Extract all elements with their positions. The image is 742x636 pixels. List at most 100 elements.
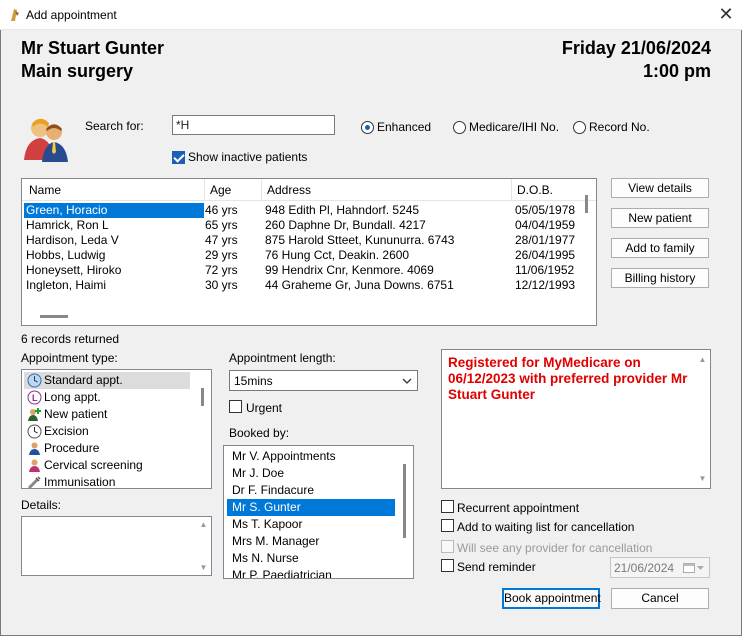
show-inactive-label: Show inactive patients [188, 150, 308, 164]
cell-name: Green, Horacio [24, 203, 204, 218]
cell-address: 76 Hung Cct, Deakin. 2600 [265, 248, 410, 262]
svg-text:L: L [32, 393, 38, 403]
long-l-icon: L [27, 390, 42, 405]
column-dob[interactable]: D.O.B. [512, 179, 582, 201]
cell-address: 875 Harold Stteet, Kununurra. 6743 [265, 233, 455, 247]
records-count: 6 records returned [21, 332, 120, 346]
cell-name: Hobbs, Ludwig [26, 248, 106, 262]
scroll-up-icon[interactable]: ▲ [694, 355, 711, 365]
chevron-down-icon [697, 566, 704, 570]
cell-dob: 04/04/1959 [515, 218, 576, 232]
patients-icon [24, 118, 68, 162]
list-item-label: Excision [44, 424, 89, 438]
column-address[interactable]: Address [262, 179, 512, 201]
list-item[interactable]: Mrs M. Manager [227, 533, 395, 550]
add-to-family-button[interactable]: Add to family [611, 238, 709, 258]
list-item[interactable]: Mr P. Paediatrician [227, 567, 395, 578]
cell-dob: 26/04/1995 [515, 248, 576, 262]
list-item[interactable]: Ms N. Nurse [227, 550, 395, 567]
patient-list-hscroll[interactable] [40, 315, 68, 318]
urgent-label: Urgent [246, 401, 283, 415]
booked-by-label: Booked by: [229, 426, 290, 440]
enhanced-radio[interactable] [361, 121, 374, 134]
details-textarea[interactable]: ▲ ▼ [21, 516, 212, 576]
syringe-icon [27, 476, 41, 488]
cancel-button[interactable]: Cancel [611, 588, 709, 609]
appointment-type-scroll[interactable] [201, 388, 204, 406]
list-item-label: Cervical screening [44, 458, 143, 472]
patient-list[interactable]: Name Age Address D.O.B. Green, Horacio 4… [21, 178, 597, 326]
list-item[interactable]: Mr S. Gunter [227, 499, 395, 516]
list-item[interactable]: Excision [24, 423, 190, 440]
cell-name: Honeysett, Hiroko [26, 263, 122, 277]
patient-list-header: Name Age Address D.O.B. [22, 179, 596, 201]
mymedicare-note-text: Registered for MyMedicare on 06/12/2023 … [448, 355, 688, 402]
scroll-up-icon[interactable]: ▲ [195, 520, 212, 530]
medicare-label: Medicare/IHI No. [469, 120, 560, 134]
cell-address: 44 Graheme Gr, Juna Downs. 6751 [265, 278, 454, 292]
medicare-radio[interactable] [453, 121, 466, 134]
send-reminder-checkbox[interactable] [441, 559, 454, 572]
table-row[interactable]: Green, Horacio 46 yrs 948 Edith Pl, Hahn… [22, 203, 582, 218]
chevron-down-icon [402, 378, 412, 384]
appointment-time: 1:00 pm [642, 61, 711, 81]
appointment-length-select[interactable]: 15mins [229, 370, 418, 391]
table-row[interactable]: Hardison, Leda V 47 yrs 875 Harold Sttee… [22, 233, 582, 248]
list-item[interactable]: Dr F. Findacure [227, 482, 395, 499]
table-row[interactable]: Ingleton, Haimi 30 yrs 44 Graheme Gr, Ju… [22, 278, 582, 293]
list-item[interactable]: New patient [24, 406, 190, 423]
list-item[interactable]: Mr V. Appointments [227, 448, 395, 465]
list-item-label: New patient [44, 407, 108, 421]
view-details-button[interactable]: View details [611, 178, 709, 198]
booked-by-list[interactable]: Mr V. Appointments Mr J. Doe Dr F. Finda… [223, 445, 414, 579]
booked-by-scroll[interactable] [403, 464, 406, 538]
list-item[interactable]: Procedure [24, 440, 190, 457]
list-item-label: Immunisation [44, 475, 116, 489]
list-item[interactable]: Ms T. Kapoor [227, 516, 395, 533]
cell-address: 99 Hendrix Cnr, Kenmore. 4069 [265, 263, 434, 277]
show-inactive-checkbox[interactable] [172, 151, 185, 164]
patient-list-vscroll[interactable] [585, 195, 588, 213]
book-appointment-button[interactable]: Book appointment [502, 588, 601, 609]
billing-history-button[interactable]: Billing history [611, 268, 709, 288]
appointment-type-list[interactable]: Standard appt. L Long appt. New patient … [21, 369, 212, 489]
cell-name: Ingleton, Haimi [26, 278, 107, 292]
list-item[interactable]: Mr J. Doe [227, 465, 395, 482]
table-row[interactable]: Hobbs, Ludwig 29 yrs 76 Hung Cct, Deakin… [22, 248, 582, 263]
column-age[interactable]: Age [205, 179, 262, 201]
person-icon [29, 459, 40, 472]
enhanced-label: Enhanced [377, 120, 432, 134]
search-label: Search for: [85, 119, 144, 133]
cell-age: 65 yrs [205, 218, 238, 232]
table-row[interactable]: Honeysett, Hiroko 72 yrs 99 Hendrix Cnr,… [22, 263, 582, 278]
list-item-label: Long appt. [44, 390, 101, 404]
list-item[interactable]: Standard appt. [24, 372, 190, 389]
calendar-icon [683, 563, 695, 573]
urgent-checkbox[interactable] [229, 400, 242, 413]
cell-name: Hamrick, Ron L [26, 218, 109, 232]
window-title: Add appointment [26, 8, 117, 22]
close-icon: ✕ [718, 4, 734, 24]
send-reminder-label: Send reminder [457, 560, 536, 574]
list-item[interactable]: L Long appt. [24, 389, 190, 406]
column-name[interactable]: Name [24, 179, 205, 201]
title-bar: Add appointment ✕ [0, 0, 742, 30]
list-item[interactable]: Immunisation [24, 474, 190, 489]
scroll-down-icon[interactable]: ▼ [195, 563, 212, 573]
new-patient-icon [28, 408, 41, 421]
waiting-list-label: Add to waiting list for cancellation [457, 520, 635, 534]
waiting-list-checkbox[interactable] [441, 519, 454, 532]
cell-address: 260 Daphne Dr, Bundall. 4217 [265, 218, 426, 232]
appointment-date: Friday 21/06/2024 [561, 38, 711, 58]
details-label: Details: [21, 498, 62, 512]
recurrent-checkbox[interactable] [441, 500, 454, 513]
appointment-length-value: 15mins [234, 374, 273, 388]
scroll-down-icon[interactable]: ▼ [694, 474, 711, 484]
table-row[interactable]: Hamrick, Ron L 65 yrs 260 Daphne Dr, Bun… [22, 218, 582, 233]
close-button[interactable]: ✕ [714, 4, 738, 26]
search-input[interactable] [172, 115, 335, 135]
record-no-radio[interactable] [573, 121, 586, 134]
location: Main surgery [21, 61, 134, 81]
list-item[interactable]: Cervical screening [24, 457, 190, 474]
new-patient-button[interactable]: New patient [611, 208, 709, 228]
